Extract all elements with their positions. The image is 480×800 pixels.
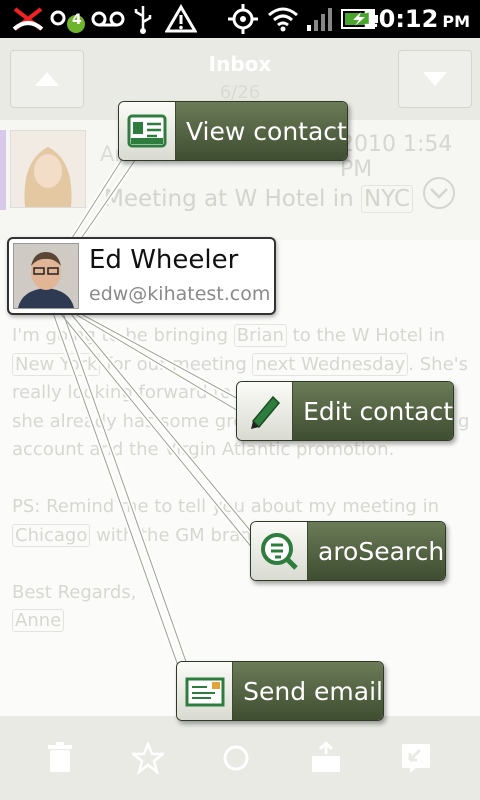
body-text: g [458, 410, 470, 432]
archive-icon[interactable] [306, 738, 346, 778]
missed-call-icon [10, 4, 46, 34]
status-bar: 4 10:12 PM [0, 0, 480, 38]
gps-icon [226, 4, 260, 34]
reply-icon[interactable] [396, 738, 436, 778]
body-text: she already has some gre [12, 410, 245, 432]
contact-avatar [13, 243, 79, 309]
email-subject: Meeting at W Hotel in NYC [104, 185, 414, 213]
usb-icon [130, 4, 156, 34]
body-text: with the GM brand [90, 524, 264, 546]
body-text: PS: Remind me to tell you about my meeti… [12, 496, 439, 517]
edit-contact-button[interactable]: Edit contact [236, 381, 454, 441]
edit-contact-label: Edit contact [293, 382, 453, 440]
person-photo-icon [11, 131, 85, 207]
chevron-down-icon [423, 72, 447, 86]
notification-badge: 4 [72, 12, 82, 28]
body-text: to the W Hotel in [286, 325, 446, 346]
body-link-next-wednesday[interactable]: next Wednesday [252, 352, 409, 376]
arosearch-button[interactable]: aroSearch [250, 521, 446, 581]
circle-icon[interactable] [216, 738, 256, 778]
signal-icon [304, 4, 336, 34]
next-email-button[interactable] [398, 50, 472, 108]
clock: 10:12 PM [362, 0, 470, 38]
subject-link-nyc[interactable]: NYC [361, 185, 414, 213]
bottom-toolbar [0, 716, 480, 800]
subject-text: Meeting at W Hotel in [104, 186, 362, 212]
voicemail-badge-icon: 4 [50, 4, 88, 34]
body-text: . She's [408, 353, 468, 375]
wifi-icon [266, 4, 300, 34]
email-date: 2010 1:54 PM [340, 132, 453, 182]
body-link-brian[interactable]: Brian [233, 324, 287, 347]
body-text: for our meeting [100, 353, 253, 375]
warning-icon [164, 4, 198, 34]
body-link-new-york[interactable]: New York [12, 352, 101, 376]
body-text: account and the Virgin Atlantic promotio… [12, 439, 395, 460]
person-photo-icon [14, 244, 78, 308]
body-text: I'm going to be bringing [12, 325, 234, 346]
arosearch-label: aroSearch [308, 522, 445, 580]
envelope-icon [177, 662, 234, 720]
view-contact-button[interactable]: View contact [118, 101, 348, 161]
star-icon[interactable] [128, 738, 168, 778]
pencil-icon [237, 382, 294, 440]
sender-avatar[interactable] [10, 130, 86, 208]
chevron-circle-down-icon [423, 177, 455, 209]
body-text: really looking forward to [12, 382, 232, 403]
contact-card-icon [119, 102, 176, 160]
unread-accent-bar [0, 130, 6, 210]
body-text: Best Regards, [12, 581, 137, 603]
arosearch-icon [251, 522, 308, 580]
send-email-button[interactable]: Send email [176, 661, 384, 721]
body-link-anne[interactable]: Anne [12, 609, 65, 632]
trash-icon[interactable] [40, 738, 80, 778]
contact-email: edw@kihatest.com [89, 283, 271, 305]
clock-time: 10:12 [361, 5, 439, 33]
voicemail-icon [90, 4, 126, 34]
view-contact-label: View contact [176, 102, 347, 160]
contact-name: Ed Wheeler [89, 245, 239, 275]
email-body: I'm going to be bringing Brian to the W … [12, 322, 472, 636]
body-link-chicago[interactable]: Chicago [12, 523, 91, 547]
expand-header-button[interactable] [422, 176, 456, 214]
send-email-label: Send email [233, 662, 383, 720]
clock-ampm: PM [442, 12, 470, 31]
contact-card[interactable]: Ed Wheeler edw@kihatest.com [7, 237, 276, 315]
